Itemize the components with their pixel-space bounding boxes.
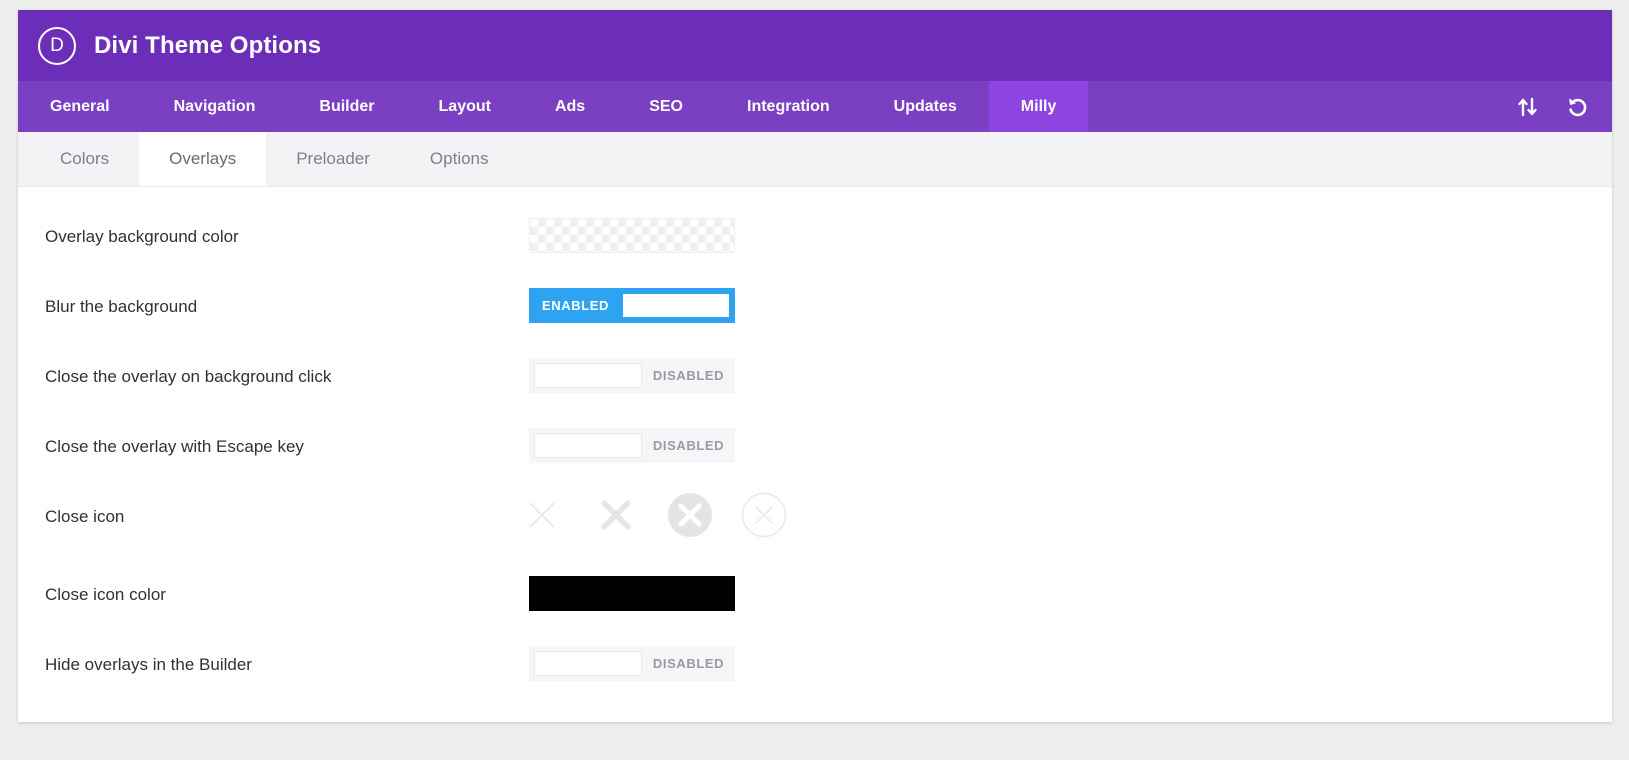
- page-root: D Divi Theme Options General Navigation …: [0, 0, 1629, 760]
- color-swatch-transparent[interactable]: [529, 218, 735, 253]
- option-label: Close the overlay with Escape key: [45, 437, 304, 456]
- tab-colors[interactable]: Colors: [30, 132, 139, 186]
- option-label: Blur the background: [45, 297, 198, 316]
- app-header: D Divi Theme Options: [18, 10, 1612, 81]
- overlay-background-color-control: [529, 218, 735, 253]
- close-x-thin-icon[interactable]: [516, 489, 568, 541]
- close-icon-color-control: [529, 576, 735, 611]
- nav-item-navigation[interactable]: Navigation: [142, 81, 288, 132]
- options-form: Overlay background color Blur the backgr…: [18, 187, 1612, 722]
- option-label: Close icon color: [45, 585, 166, 604]
- theme-options-panel: D Divi Theme Options General Navigation …: [18, 10, 1612, 722]
- main-nav-bar: General Navigation Builder Layout Ads SE…: [18, 81, 1612, 132]
- tab-overlays[interactable]: Overlays: [139, 132, 267, 186]
- toggle-knob: [622, 293, 730, 318]
- nav-item-layout[interactable]: Layout: [407, 81, 523, 132]
- toggle-switch-disabled[interactable]: DISABLED: [529, 358, 735, 393]
- tab-preloader[interactable]: Preloader: [266, 132, 400, 186]
- close-circle-outline-icon[interactable]: [738, 489, 790, 541]
- toggle-knob: [534, 433, 642, 458]
- toggle-switch-disabled[interactable]: DISABLED: [529, 646, 735, 681]
- color-swatch-black[interactable]: [529, 576, 735, 611]
- option-label: Close the overlay on background click: [45, 367, 332, 386]
- blur-the-background-control: ENABLED: [529, 288, 735, 323]
- sub-tab-bar: Colors Overlays Preloader Options: [18, 132, 1612, 187]
- toggle-state-label: DISABLED: [652, 656, 725, 671]
- nav-item-general[interactable]: General: [18, 81, 142, 132]
- close-overlay-background-click-control: DISABLED: [529, 358, 735, 393]
- option-label: Close icon: [45, 507, 125, 526]
- nav-item-ads[interactable]: Ads: [523, 81, 617, 132]
- page-title: Divi Theme Options: [94, 31, 322, 59]
- toggle-state-label: ENABLED: [541, 298, 610, 313]
- reset-undo-icon[interactable]: [1566, 95, 1590, 119]
- toggle-switch-enabled[interactable]: ENABLED: [529, 288, 735, 323]
- toggle-knob: [534, 363, 642, 388]
- nav-item-integration[interactable]: Integration: [715, 81, 862, 132]
- nav-item-seo[interactable]: SEO: [617, 81, 715, 132]
- hide-overlays-builder-control: DISABLED: [529, 646, 735, 681]
- option-label: Hide overlays in the Builder: [45, 655, 252, 674]
- close-icon-choice-list: [516, 489, 790, 541]
- close-overlay-escape-key-control: DISABLED: [529, 428, 735, 463]
- import-export-arrows-icon[interactable]: [1516, 95, 1540, 119]
- nav-action-icons: [1516, 81, 1612, 132]
- toggle-switch-disabled[interactable]: DISABLED: [529, 428, 735, 463]
- toggle-state-label: DISABLED: [652, 368, 725, 383]
- toggle-knob: [534, 651, 642, 676]
- close-circle-filled-icon[interactable]: [664, 489, 716, 541]
- option-label: Overlay background color: [45, 227, 239, 246]
- close-x-bold-icon[interactable]: [590, 489, 642, 541]
- nav-item-builder[interactable]: Builder: [287, 81, 406, 132]
- nav-item-milly[interactable]: Milly: [988, 81, 1089, 132]
- divi-logo-letter: D: [50, 35, 64, 56]
- close-icon-choices: [516, 489, 790, 541]
- nav-item-updates[interactable]: Updates: [862, 81, 989, 132]
- divi-circle-d-logo-icon: D: [38, 26, 76, 65]
- tab-options[interactable]: Options: [400, 132, 519, 186]
- toggle-state-label: DISABLED: [652, 438, 725, 453]
